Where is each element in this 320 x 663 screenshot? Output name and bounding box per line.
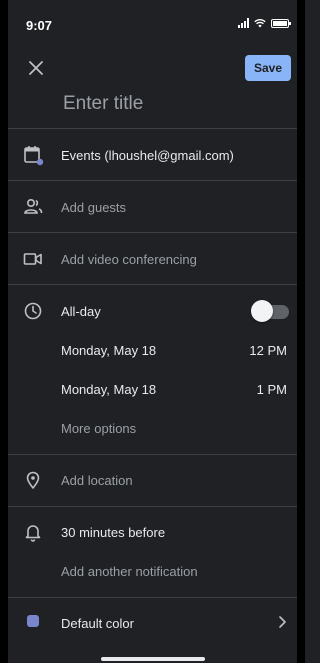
start-date[interactable]: Monday, May 18: [61, 343, 156, 358]
video-camera-icon: [23, 253, 42, 265]
end-date[interactable]: Monday, May 18: [61, 382, 156, 397]
chevron-right-icon[interactable]: [275, 614, 289, 630]
frame-border-right: [297, 0, 305, 663]
save-button[interactable]: Save: [245, 55, 291, 81]
divider: [8, 597, 297, 598]
add-location-field[interactable]: Add location: [61, 473, 133, 488]
location-pin-icon: [26, 471, 40, 489]
add-guests-icon: [24, 198, 43, 214]
battery-icon: [271, 18, 291, 28]
frame-border-left: [0, 0, 8, 663]
all-day-toggle[interactable]: [251, 300, 289, 322]
status-bar: 9:07: [8, 14, 297, 36]
start-time[interactable]: 12 PM: [249, 343, 287, 358]
add-notification-link[interactable]: Add another notification: [61, 564, 198, 579]
more-options-link[interactable]: More options: [61, 421, 136, 436]
close-icon[interactable]: [26, 58, 46, 78]
calendar-account[interactable]: Events (lhoushel@gmail.com): [61, 148, 234, 163]
status-time: 9:07: [26, 18, 53, 33]
signal-icon: [238, 18, 249, 28]
system-icons: [238, 18, 291, 28]
add-video-conferencing[interactable]: Add video conferencing: [61, 252, 197, 267]
toggle-knob: [251, 300, 273, 322]
divider: [8, 284, 297, 285]
divider: [8, 180, 297, 181]
clock-icon: [24, 302, 42, 320]
home-indicator: [101, 657, 205, 661]
all-day-label: All-day: [61, 304, 101, 319]
phone-frame: 9:07 Save Enter title Events (lhoushel@g…: [0, 0, 305, 663]
divider: [8, 454, 297, 455]
divider: [8, 128, 297, 129]
add-guests-field[interactable]: Add guests: [61, 200, 126, 215]
bell-icon: [25, 525, 41, 542]
color-swatch: [27, 615, 39, 627]
event-editor-screen: 9:07 Save Enter title Events (lhoushel@g…: [8, 0, 297, 663]
default-color-label[interactable]: Default color: [61, 616, 134, 631]
wifi-icon: [254, 18, 266, 28]
calendar-icon: [24, 146, 44, 166]
title-input[interactable]: [61, 90, 285, 118]
end-time[interactable]: 1 PM: [257, 382, 287, 397]
divider: [8, 232, 297, 233]
divider: [8, 506, 297, 507]
notification-item[interactable]: 30 minutes before: [61, 525, 165, 540]
